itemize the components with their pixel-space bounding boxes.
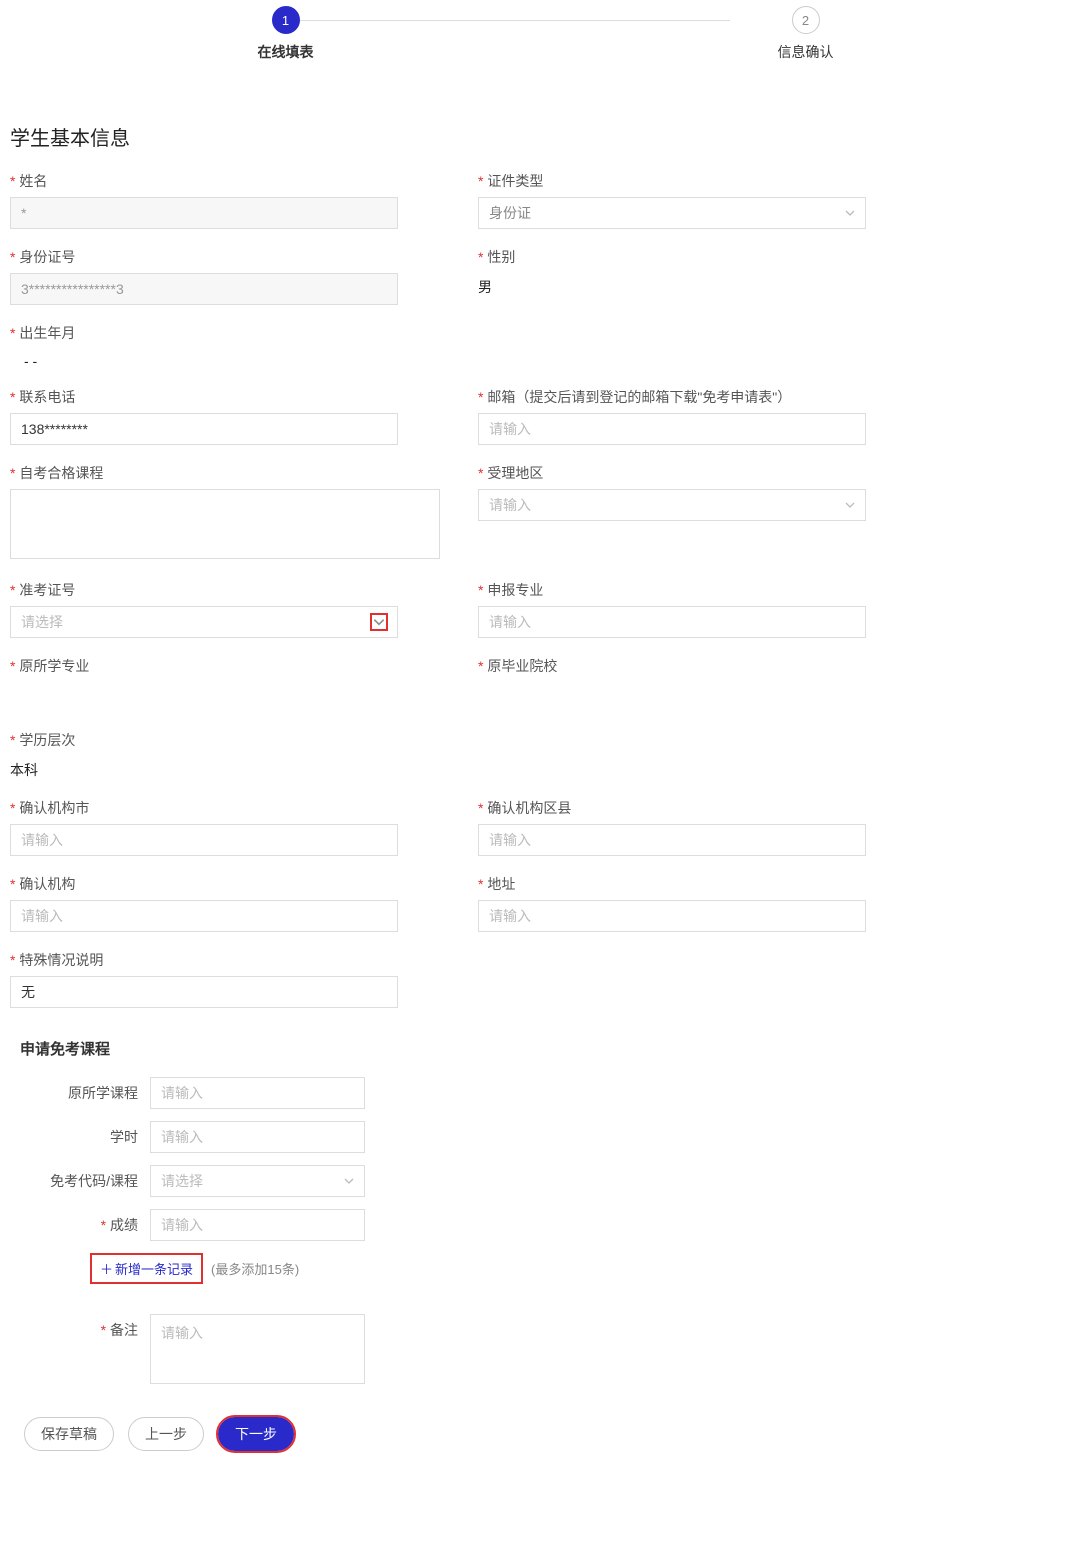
region-select[interactable]: 请输入	[478, 489, 866, 521]
max-add-hint: (最多添加15条)	[211, 1259, 299, 1278]
edu-level-label: 学历层次	[10, 730, 398, 750]
sub-hours-label: 学时	[10, 1121, 150, 1147]
step-1-circle: 1	[272, 6, 300, 34]
sub-exempt-code-select[interactable]: 请选择	[150, 1165, 365, 1197]
step-2: 2 信息确认	[736, 6, 876, 62]
sub-orig-course-input[interactable]	[150, 1077, 365, 1109]
confirm-city-input[interactable]	[10, 824, 398, 856]
name-label: 姓名	[10, 171, 398, 191]
email-input[interactable]	[478, 413, 866, 445]
address-input[interactable]	[478, 900, 866, 932]
sub-score-label: 成绩	[10, 1209, 150, 1235]
add-record-button[interactable]: ＋ 新增一条记录	[90, 1253, 203, 1284]
major-apply-input[interactable]	[478, 606, 866, 638]
step-2-label: 信息确认	[778, 42, 834, 62]
self-course-textarea[interactable]	[10, 489, 440, 559]
next-button[interactable]: 下一步	[218, 1417, 294, 1451]
step-2-circle: 2	[792, 6, 820, 34]
orig-school-label: 原毕业院校	[478, 656, 866, 676]
phone-input[interactable]	[10, 413, 398, 445]
self-course-label: 自考合格课程	[10, 463, 440, 483]
sub-exempt-code-label: 免考代码/课程	[10, 1165, 150, 1191]
name-input[interactable]	[10, 197, 398, 229]
id-number-label: 身份证号	[10, 247, 398, 267]
confirm-city-label: 确认机构市	[10, 798, 398, 818]
major-apply-label: 申报专业	[478, 580, 866, 600]
birth-value: - -	[10, 349, 398, 369]
confirm-org-input[interactable]	[10, 900, 398, 932]
footer-buttons: 保存草稿 上一步 下一步	[24, 1417, 1081, 1451]
remark-label: 备注	[10, 1314, 150, 1340]
special-input[interactable]	[10, 976, 398, 1008]
email-label: 邮箱（提交后请到登记的邮箱下载"免考申请表"）	[478, 387, 866, 407]
orig-major-label: 原所学专业	[10, 656, 398, 676]
sub-orig-course-label: 原所学课程	[10, 1077, 150, 1103]
confirm-district-input[interactable]	[478, 824, 866, 856]
step-connector	[300, 20, 730, 21]
add-record-label: 新增一条记录	[115, 1259, 193, 1278]
sub-hours-input[interactable]	[150, 1121, 365, 1153]
prev-button[interactable]: 上一步	[128, 1417, 204, 1451]
special-label: 特殊情况说明	[10, 950, 398, 970]
ticket-select[interactable]: 请选择	[10, 606, 398, 638]
region-label: 受理地区	[478, 463, 866, 483]
confirm-org-label: 确认机构	[10, 874, 398, 894]
id-type-label: 证件类型	[478, 171, 866, 191]
plus-icon: ＋	[100, 1259, 113, 1278]
id-number-input[interactable]	[10, 273, 398, 305]
steps-container: 1 在线填表 2 信息确认	[10, 6, 1081, 92]
ticket-label: 准考证号	[10, 580, 398, 600]
edu-level-value: 本科	[10, 756, 398, 780]
birth-label: 出生年月	[10, 323, 398, 343]
remark-textarea[interactable]	[150, 1314, 365, 1384]
id-type-select[interactable]: 身份证	[478, 197, 866, 229]
save-draft-button[interactable]: 保存草稿	[24, 1417, 114, 1451]
phone-label: 联系电话	[10, 387, 398, 407]
basic-info-title: 学生基本信息	[10, 122, 1081, 151]
sub-score-input[interactable]	[150, 1209, 365, 1241]
step-1: 1 在线填表	[216, 6, 356, 62]
exemption-subform: 原所学课程 学时 免考代码/课程 请选择 成绩	[10, 1077, 1081, 1387]
address-label: 地址	[478, 874, 866, 894]
confirm-district-label: 确认机构区县	[478, 798, 866, 818]
gender-label: 性别	[478, 247, 866, 267]
exemption-title: 申请免考课程	[20, 1038, 1081, 1059]
step-1-label: 在线填表	[258, 42, 314, 62]
gender-value: 男	[478, 273, 866, 297]
